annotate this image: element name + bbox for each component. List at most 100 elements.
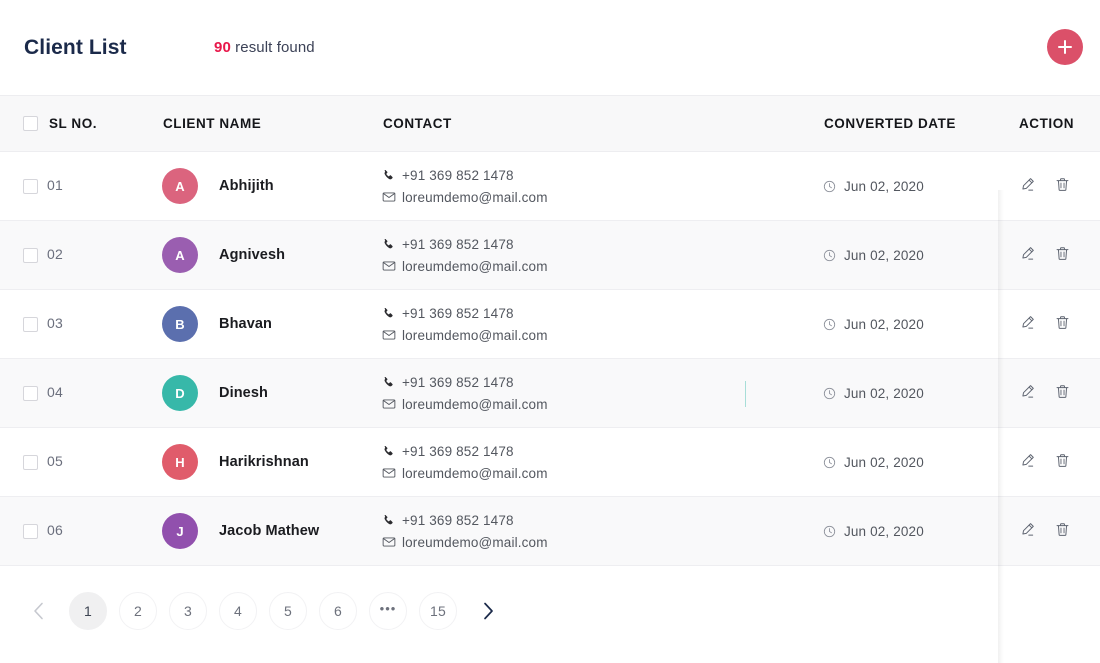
row-select-cell <box>0 178 47 194</box>
pencil-icon <box>1019 383 1036 403</box>
delete-row-button[interactable] <box>1054 245 1071 265</box>
client-name[interactable]: Harikrishnan <box>219 454 309 470</box>
column-header-contact[interactable]: CONTACT <box>382 116 823 131</box>
table-row[interactable]: 02 A Agnivesh +91 369 852 1478 loreumdemo@ma… <box>0 221 1100 290</box>
edit-row-button[interactable] <box>1019 452 1036 472</box>
plus-icon <box>1058 40 1072 54</box>
row-converted-date-cell: Jun 02, 2020 <box>823 317 999 332</box>
contact-email-line: loreumdemo@mail.com <box>382 531 823 553</box>
row-checkbox[interactable] <box>23 454 38 470</box>
row-converted-date-cell: Jun 02, 2020 <box>823 179 999 194</box>
table-row[interactable]: 04 D Dinesh +91 369 852 1478 loreumdemo@mail… <box>0 359 1100 428</box>
converted-date: Jun 02, 2020 <box>823 386 999 401</box>
delete-row-button[interactable] <box>1054 176 1071 196</box>
contact-email: loreumdemo@mail.com <box>402 534 548 550</box>
row-select-cell <box>0 385 47 401</box>
client-name[interactable]: Dinesh <box>219 385 268 401</box>
row-contact-cell: +91 369 852 1478 loreumdemo@mail.com <box>382 233 823 277</box>
row-select-cell <box>0 247 47 263</box>
column-header-action: ACTION <box>1019 116 1075 131</box>
client-name[interactable]: Bhavan <box>219 316 272 332</box>
row-checkbox[interactable] <box>23 316 38 332</box>
result-found-text: 90 result found <box>214 39 315 56</box>
pagination-ellipsis[interactable]: ••• <box>369 592 407 630</box>
edit-row-button[interactable] <box>1019 245 1036 265</box>
pagination-page-2[interactable]: 2 <box>119 592 157 630</box>
client-name[interactable]: Agnivesh <box>219 247 285 263</box>
row-sl-no-cell: 01 <box>47 177 162 195</box>
pagination-page-5[interactable]: 5 <box>269 592 307 630</box>
converted-date: Jun 02, 2020 <box>823 524 999 539</box>
edit-row-button[interactable] <box>1019 521 1036 541</box>
select-all-cell <box>0 116 47 131</box>
column-header-client-name[interactable]: CLIENT NAME <box>162 116 382 131</box>
add-client-button[interactable] <box>1047 29 1083 65</box>
pagination-page-6[interactable]: 6 <box>319 592 357 630</box>
row-action-cell <box>999 521 1100 541</box>
email-icon <box>382 190 402 204</box>
avatar: A <box>162 168 198 204</box>
row-client-name-cell: B Bhavan <box>162 306 382 342</box>
page-title: Client List <box>24 35 127 59</box>
contact-phone: +91 369 852 1478 <box>402 443 514 459</box>
row-sl-no: 01 <box>47 177 63 193</box>
trash-icon <box>1054 521 1071 541</box>
row-checkbox[interactable] <box>23 178 38 194</box>
converted-date: Jun 02, 2020 <box>823 248 999 263</box>
edit-row-button[interactable] <box>1019 176 1036 196</box>
row-sl-no: 03 <box>47 315 63 331</box>
delete-row-button[interactable] <box>1054 452 1071 472</box>
pagination-next-button[interactable] <box>463 586 513 636</box>
trash-icon <box>1054 314 1071 334</box>
row-contact-cell: +91 369 852 1478 loreumdemo@mail.com <box>382 509 823 553</box>
column-header-sl-no[interactable]: SL NO. <box>47 116 162 131</box>
contact-phone-line: +91 369 852 1478 <box>382 371 823 393</box>
contact-phone: +91 369 852 1478 <box>402 305 514 321</box>
edit-row-button[interactable] <box>1019 314 1036 334</box>
select-all-checkbox[interactable] <box>23 116 38 131</box>
table-row[interactable]: 03 B Bhavan +91 369 852 1478 loreumdemo@mail… <box>0 290 1100 359</box>
column-header-converted-date[interactable]: CONVERTED DATE <box>823 116 999 131</box>
row-client-name-cell: A Abhijith <box>162 168 382 204</box>
client-name[interactable]: Abhijith <box>219 178 274 194</box>
pagination-page-15[interactable]: 15 <box>419 592 457 630</box>
avatar-initial: D <box>175 385 185 401</box>
table-row[interactable]: 01 A Abhijith +91 369 852 1478 loreumdemo@ma… <box>0 152 1100 221</box>
pencil-icon <box>1019 245 1036 265</box>
pagination: 1 2 3 4 5 6 ••• 15 <box>0 566 1100 656</box>
row-client-name-cell: A Agnivesh <box>162 237 382 273</box>
row-converted-date-cell: Jun 02, 2020 <box>823 524 999 539</box>
pagination-prev-button[interactable] <box>13 586 63 636</box>
pagination-page-3[interactable]: 3 <box>169 592 207 630</box>
row-sl-no-cell: 06 <box>47 522 162 540</box>
pencil-icon <box>1019 521 1036 541</box>
converted-date-text: Jun 02, 2020 <box>844 316 924 332</box>
table-row[interactable]: 05 H Harikrishnan +91 369 852 1478 loreumdem… <box>0 428 1100 497</box>
table-row[interactable]: 06 J Jacob Mathew +91 369 852 1478 loreumdem… <box>0 497 1100 566</box>
delete-row-button[interactable] <box>1054 314 1071 334</box>
row-checkbox[interactable] <box>23 523 38 539</box>
row-converted-date-cell: Jun 02, 2020 <box>823 248 999 263</box>
edit-row-button[interactable] <box>1019 383 1036 403</box>
phone-icon <box>382 238 402 251</box>
avatar-initial: A <box>175 178 185 194</box>
delete-row-button[interactable] <box>1054 521 1071 541</box>
row-action-cell <box>999 452 1100 472</box>
pagination-page-1[interactable]: 1 <box>69 592 107 630</box>
row-checkbox[interactable] <box>23 385 38 401</box>
page-header: Client List 90 result found <box>0 0 1100 95</box>
row-sl-no: 02 <box>47 246 63 262</box>
row-select-cell <box>0 316 47 332</box>
pagination-page-4[interactable]: 4 <box>219 592 257 630</box>
converted-date-text: Jun 02, 2020 <box>844 247 924 263</box>
row-contact-cell: +91 369 852 1478 loreumdemo@mail.com <box>382 371 823 415</box>
delete-row-button[interactable] <box>1054 383 1071 403</box>
contact-email: loreumdemo@mail.com <box>402 465 548 481</box>
avatar-initial: J <box>176 523 184 539</box>
contact-email-line: loreumdemo@mail.com <box>382 186 823 208</box>
row-checkbox[interactable] <box>23 247 38 263</box>
contact-email: loreumdemo@mail.com <box>402 396 548 412</box>
avatar-initial: B <box>175 316 185 332</box>
trash-icon <box>1054 245 1071 265</box>
client-name[interactable]: Jacob Mathew <box>219 523 319 539</box>
